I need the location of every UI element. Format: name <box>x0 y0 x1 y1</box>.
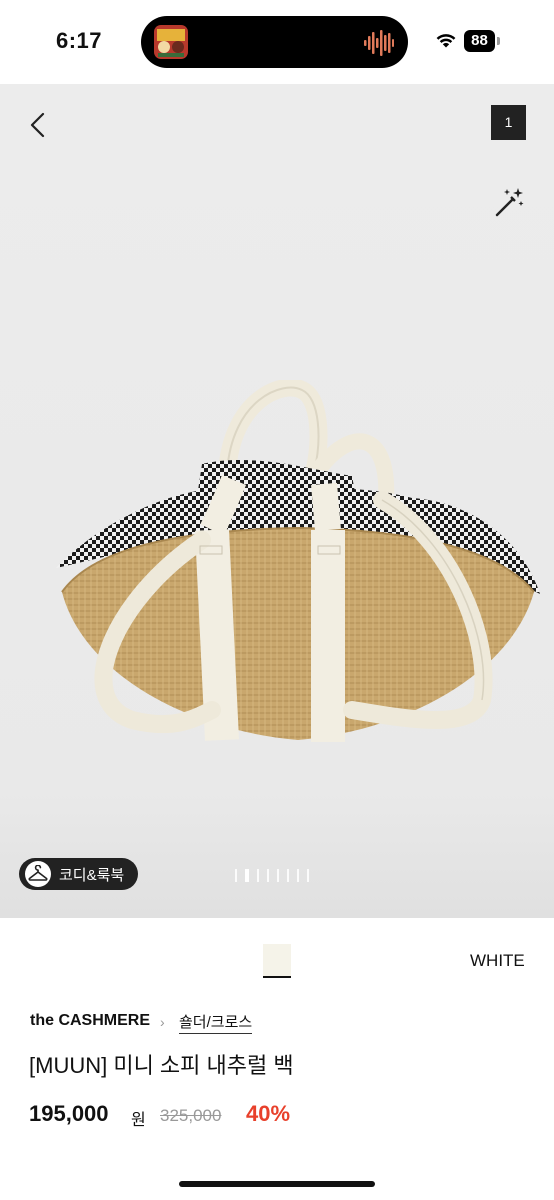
color-swatch-white[interactable] <box>263 944 291 978</box>
album-art-icon <box>154 25 188 59</box>
magic-wand-button[interactable] <box>494 186 526 218</box>
carousel-dot[interactable] <box>307 869 309 882</box>
carousel-indicator[interactable] <box>235 869 309 882</box>
home-indicator[interactable] <box>179 1181 375 1187</box>
chevron-right-icon: › <box>160 1014 165 1030</box>
carousel-dot[interactable] <box>287 869 289 882</box>
carousel-dot[interactable] <box>257 869 259 882</box>
carousel-dot[interactable] <box>297 869 299 882</box>
status-time: 6:17 <box>56 28 103 53</box>
currency-unit: 원 <box>131 1112 146 1129</box>
wifi-icon <box>434 31 458 54</box>
original-price: 325,000 <box>160 1106 222 1125</box>
page-number-badge: 1 <box>491 105 526 140</box>
coordi-lookbook-button[interactable]: 코디&룩북 <box>19 858 139 890</box>
coordi-lookbook-label: 코디&룩북 <box>59 866 125 884</box>
waveform-icon <box>364 29 394 62</box>
back-chevron-icon <box>30 112 45 138</box>
discount-rate: 40% <box>246 1101 291 1126</box>
carousel-dot[interactable] <box>267 869 269 882</box>
category-link[interactable]: 숄더/크로스 <box>179 1011 253 1034</box>
carousel-dot-active[interactable] <box>245 869 249 882</box>
brand-link[interactable]: the CASHMERE <box>30 1012 150 1030</box>
magic-wand-icon <box>495 188 524 217</box>
product-image-gallery[interactable]: 1 코디&룩북 <box>0 84 554 918</box>
status-bar: 6:17 88 <box>0 0 554 84</box>
product-image <box>56 380 540 742</box>
product-title: [MUUN] 미니 소피 내추럴 백 <box>29 1053 294 1078</box>
selected-color-name: WHITE <box>470 951 525 970</box>
hanger-icon <box>25 861 51 887</box>
sale-price: 195,000 <box>29 1101 109 1126</box>
carousel-dot[interactable] <box>277 869 279 882</box>
carousel-dot[interactable] <box>235 869 237 882</box>
dynamic-island[interactable] <box>141 16 408 68</box>
battery-icon: 88 <box>464 30 500 52</box>
back-button[interactable] <box>22 108 56 142</box>
battery-level: 88 <box>464 30 495 52</box>
